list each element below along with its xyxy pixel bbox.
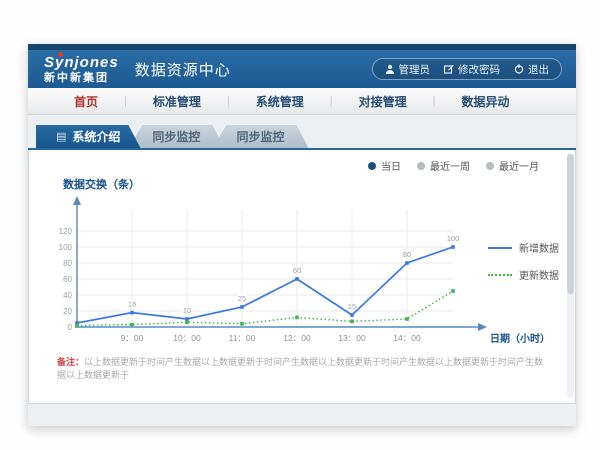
svg-text:100: 100 [59,243,73,252]
admin-user-label: 管理员 [399,62,431,77]
panel-scrollbar[interactable] [567,154,574,398]
logo-main-text: Synjones [44,55,119,70]
svg-text:13：00: 13：00 [338,333,366,343]
legend-updated-data-label: 更新数据 [519,267,559,282]
svg-text:80: 80 [63,259,72,268]
logout-label: 退出 [528,62,549,77]
legend-updated-data[interactable]: 更新数据 [488,267,559,282]
svg-text:120: 120 [59,227,73,236]
radio-unselected-icon [417,162,425,170]
svg-text:100: 100 [447,234,460,243]
data-exchange-chart-svg: 0 20 40 60 80 100 120 9：00 10：00 11：00 12：00 13：00 1… [47,192,547,362]
app-window: Synjones 新中新集团 数据资源中心 管理员 修改密码 退出 [28,44,576,426]
radio-today-label: 当日 [381,158,401,173]
svg-text:40: 40 [63,291,72,300]
svg-text:25: 25 [238,294,246,303]
svg-text:0: 0 [68,323,73,332]
tab-sync-monitor-1[interactable]: 同步监控 [128,125,224,148]
tab-bar: ▤ 系统介绍 同步监控 同步监控 [36,125,308,148]
svg-text:10：00: 10：00 [173,333,201,343]
content-area: ▤ 系统介绍 同步监控 同步监控 当日 最近一周 [28,115,576,426]
svg-text:日期（小时）: 日期（小时） [490,332,547,345]
document-icon: ▤ [56,130,66,143]
logo-red-dot-icon [58,52,63,57]
chart-panel: 当日 最近一周 最近一月 数据交换（条） 0 20 40 60 80 100 120 9：00… [28,150,576,404]
logo-sub-text: 新中新集团 [44,73,119,84]
power-icon [514,64,524,74]
admin-user-button[interactable]: 管理员 [385,62,431,77]
tab-system-intro[interactable]: ▤ 系统介绍 [36,125,140,148]
tab-system-intro-label: 系统介绍 [72,128,120,145]
edit-icon [444,64,454,74]
footnote-text: 以上数据更新于时间产生数据以上数据更新于时间产生数据以上数据更新于时间产生数据以… [57,357,543,380]
svg-text:18: 18 [128,300,136,309]
svg-text:15: 15 [348,302,356,311]
radio-unselected-icon [486,162,494,170]
change-password-label: 修改密码 [458,62,500,77]
svg-text:9：00: 9：00 [121,333,144,343]
green-dotted-line-icon [488,274,512,276]
radio-last-month[interactable]: 最近一月 [486,158,539,173]
svg-text:60: 60 [293,266,301,275]
radio-last-week-label: 最近一周 [430,158,470,173]
svg-text:80: 80 [403,250,411,259]
range-filter-group: 当日 最近一周 最近一月 [368,158,539,173]
footnote-prefix: 备注： [57,357,84,367]
scrollbar-thumb[interactable] [567,154,574,294]
user-icon [385,64,395,74]
nav-item-data-change[interactable]: 数据异动 [436,93,536,110]
line-chart: 0 20 40 60 80 100 120 9：00 10：00 11：00 12：00 13：00 1… [47,192,547,367]
user-toolbar: 管理员 修改密码 退出 [372,58,563,80]
legend-new-data[interactable]: 新增数据 [488,240,559,255]
main-nav: 首页 | 标准管理 | 系统管理 | 对接管理 | 数据异动 [28,88,576,115]
radio-last-month-label: 最近一月 [499,158,539,173]
tab-sync-monitor-2-label: 同步监控 [236,128,284,145]
logout-button[interactable]: 退出 [514,62,549,77]
svg-text:20: 20 [63,307,72,316]
radio-last-week[interactable]: 最近一周 [417,158,470,173]
nav-item-interface-mgmt[interactable]: 对接管理 [333,93,433,110]
svg-text:14：00: 14：00 [393,333,421,343]
page-title: 数据资源中心 [135,59,231,80]
svg-text:10: 10 [183,306,191,315]
svg-text:60: 60 [63,275,72,284]
chart-legend: 新增数据 更新数据 [488,240,559,282]
radio-today[interactable]: 当日 [368,158,401,173]
tab-sync-monitor-1-label: 同步监控 [152,128,200,145]
nav-item-home[interactable]: 首页 [48,93,124,110]
footnote: 备注：以上数据更新于时间产生数据以上数据更新于时间产生数据以上数据更新于时间产生… [57,356,545,381]
header-bar: Synjones 新中新集团 数据资源中心 管理员 修改密码 退出 [28,50,576,88]
radio-selected-icon [368,162,376,170]
change-password-button[interactable]: 修改密码 [444,62,500,77]
svg-text:12：00: 12：00 [283,333,311,343]
y-axis-title: 数据交换（条） [63,176,140,192]
blue-line-icon [488,247,512,249]
tab-sync-monitor-2[interactable]: 同步监控 [212,125,308,148]
nav-item-standard-mgmt[interactable]: 标准管理 [127,93,227,110]
svg-text:11：00: 11：00 [229,333,256,343]
company-logo[interactable]: Synjones 新中新集团 [44,55,119,84]
nav-item-system-mgmt[interactable]: 系统管理 [230,93,330,110]
legend-new-data-label: 新增数据 [519,240,559,255]
